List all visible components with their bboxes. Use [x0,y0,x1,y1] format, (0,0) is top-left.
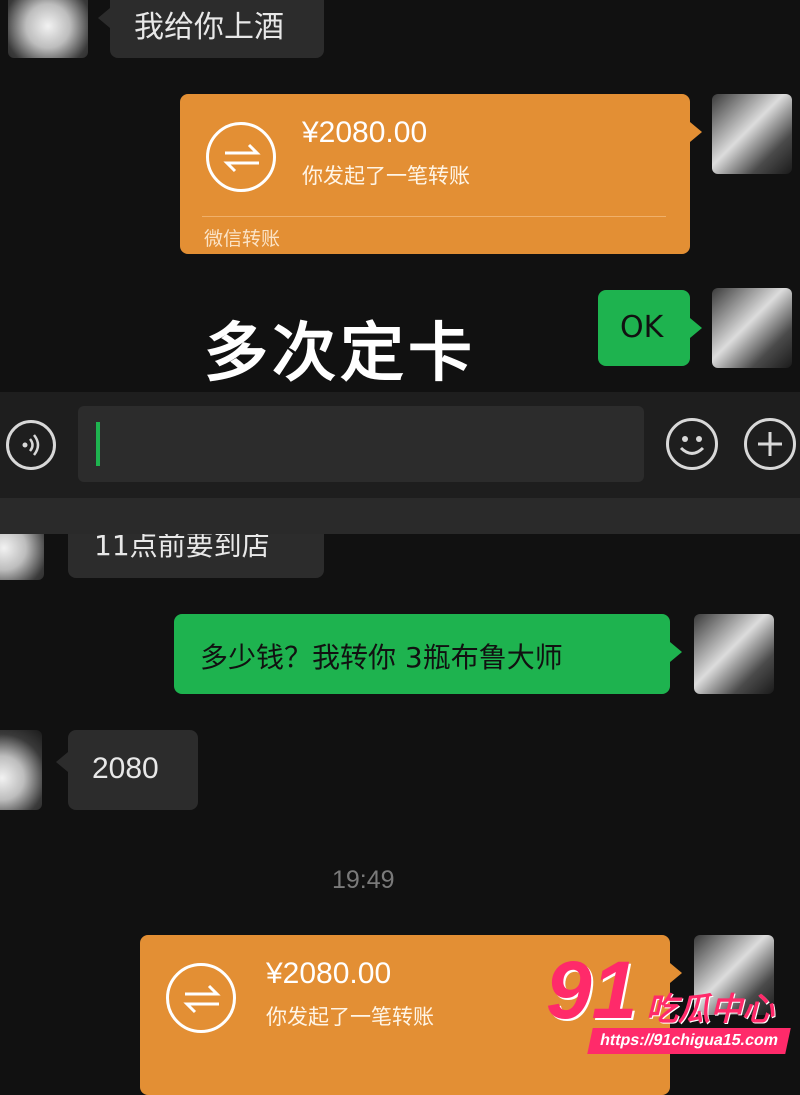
emoji-icon[interactable] [666,418,718,470]
plus-icon[interactable] [744,418,796,470]
avatar-contact[interactable] [0,730,42,810]
transfer-divider [202,216,666,217]
transfer-footer: 微信转账 [204,228,281,250]
crop-cover [0,498,800,534]
message-text: 2080 [92,752,159,785]
watermark-text: 吃瓜中心 [646,990,775,1028]
overlay-caption: 多次定卡 [204,317,476,391]
watermark-url: https://91chigua15.com [587,1028,791,1054]
message-text: 多少钱？我转你 3瓶布鲁大师 [200,641,563,674]
avatar-contact[interactable] [8,0,88,58]
message-bubble-ok[interactable]: OK [598,290,702,366]
message-text: 我给你上酒 [134,10,284,45]
avatar-self[interactable] [712,94,792,174]
transfer-description: 你发起了一笔转账 [302,164,470,188]
text-cursor [96,422,100,466]
message-input[interactable] [78,406,644,482]
voice-icon[interactable] [6,420,56,470]
avatar-self[interactable] [712,288,792,368]
message-bubble[interactable]: 我给你上酒 [98,0,324,58]
transfer-icon [206,122,276,192]
transfer-amount: ¥2080.00 [302,116,428,149]
avatar-self[interactable] [694,614,774,694]
timestamp: 19:49 [332,866,395,894]
chat-input-bar [0,392,800,498]
message-text: OK [620,310,664,345]
transfer-description: 你发起了一笔转账 [266,1005,434,1029]
transfer-amount: ¥2080.00 [266,957,392,990]
message-bubble-question[interactable]: 多少钱？我转你 3瓶布鲁大师 [174,614,682,694]
transfer-icon [166,963,236,1033]
watermark-number: 91 [546,945,638,1036]
transfer-card[interactable]: ¥2080.00 你发起了一笔转账 微信转账 [180,94,702,254]
message-bubble-reply[interactable]: 2080 [56,730,198,810]
